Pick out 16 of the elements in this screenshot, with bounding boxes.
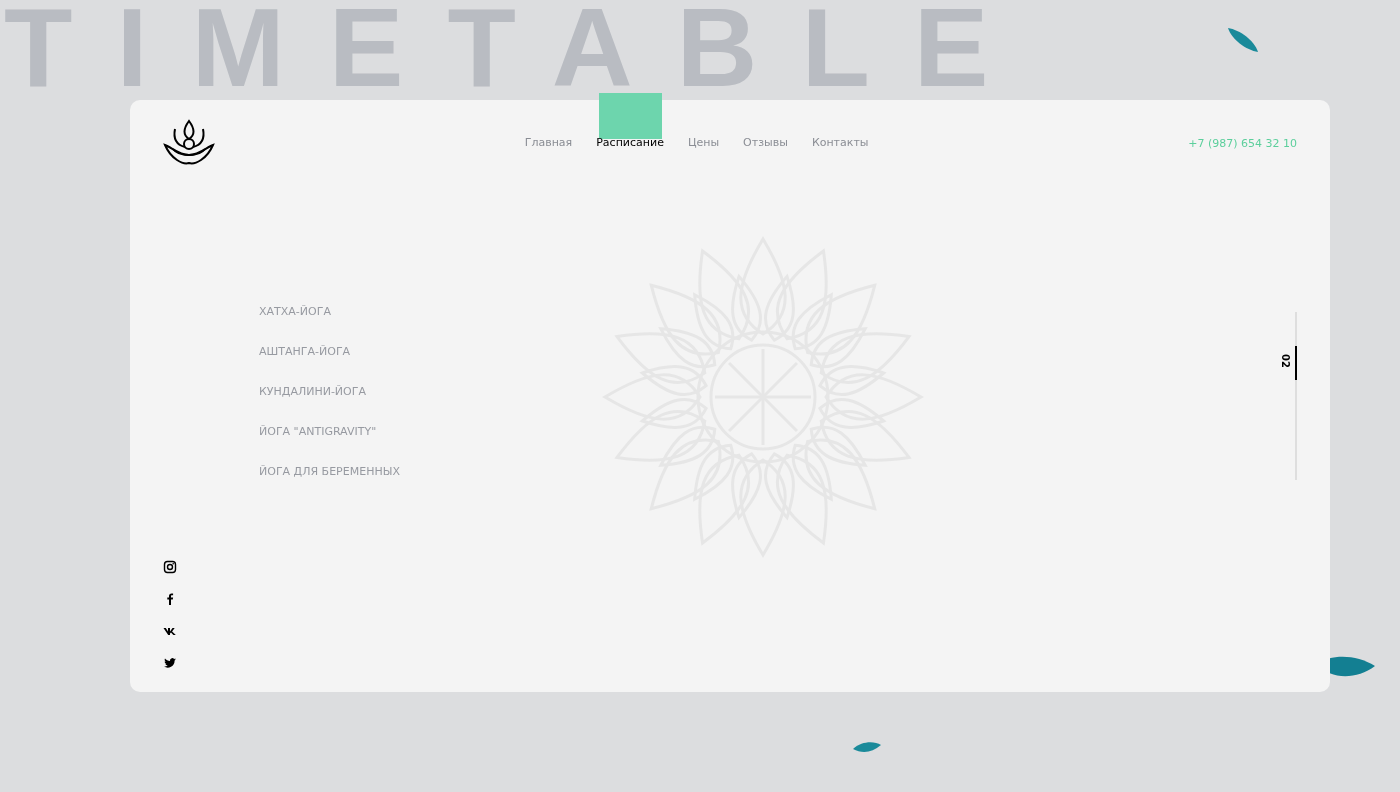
class-link[interactable]: КУНДАЛИНИ-ЙОГА	[259, 384, 400, 400]
nav-tab[interactable]: Отзывы	[731, 93, 800, 165]
class-link[interactable]: АШТАНГА-ЙОГА	[259, 344, 400, 360]
nav-tab[interactable]: Главная	[512, 93, 585, 165]
leaf-drawing	[852, 739, 882, 755]
nav-tab[interactable]: Цены	[675, 93, 732, 165]
leaf-drawing	[1226, 26, 1260, 54]
twitter-icon[interactable]	[163, 656, 177, 670]
nav-tab[interactable]: Контакты	[799, 93, 881, 165]
lotus-logo-icon[interactable]	[163, 119, 215, 167]
class-link[interactable]: ЙОГА ДЛЯ БЕРЕМЕННЫХ	[259, 464, 400, 480]
class-link[interactable]: ЙОГА "ANTIGRAVITY"	[259, 424, 400, 440]
instagram-icon[interactable]	[163, 560, 177, 574]
class-link[interactable]: ХАТХА-ЙОГА	[259, 304, 400, 320]
phone-link[interactable]: +7 (987) 654 32 10	[1188, 136, 1297, 150]
page-number: 02	[1280, 354, 1291, 368]
